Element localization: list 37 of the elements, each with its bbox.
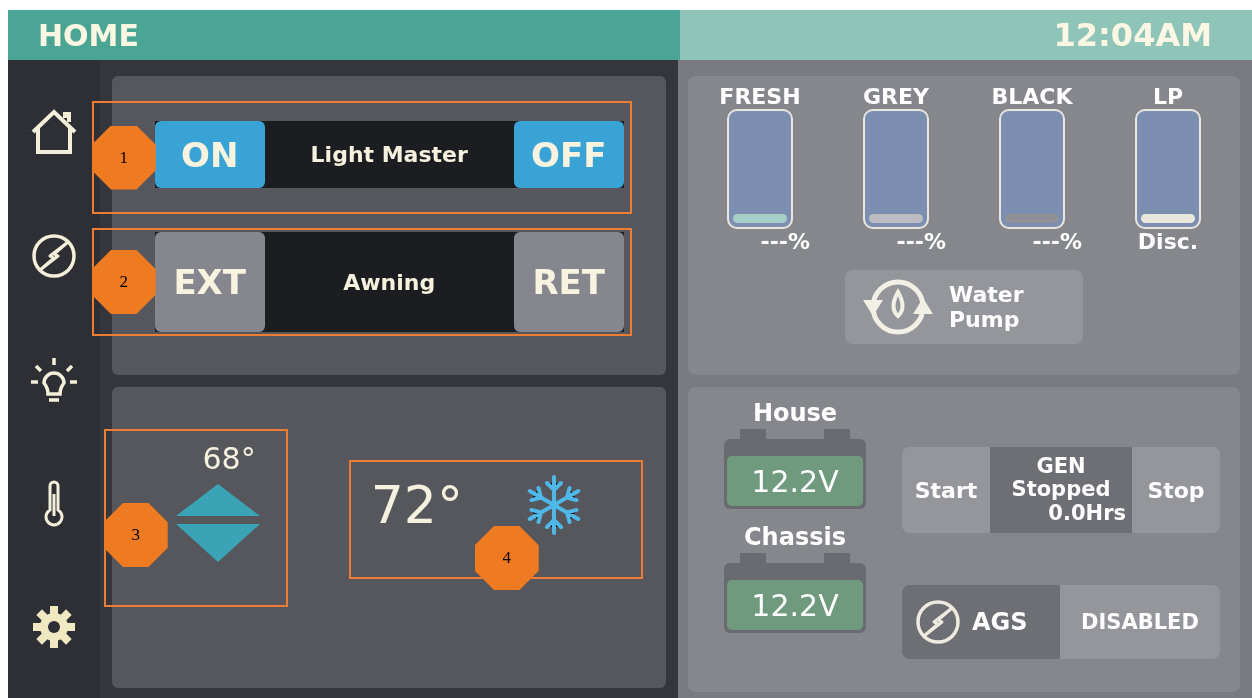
generator-hours: 0.0Hrs [1048, 501, 1126, 525]
callout-badge: 3 [103, 503, 168, 567]
clock-time: 12:04AM [1053, 16, 1212, 54]
control-button[interactable]: EXT [154, 232, 265, 332]
tank-reading: Disc. [1137, 229, 1199, 254]
generator-title: GEN [1036, 455, 1086, 479]
control-button[interactable]: ON [154, 121, 265, 188]
battery-voltage: 12.2V [727, 456, 863, 506]
ags-status: DISABLED [1060, 585, 1220, 659]
tank-name: BLACK [991, 84, 1073, 109]
ags-button[interactable]: AGS [902, 585, 1060, 659]
tank-name: GREY [863, 84, 929, 109]
control-label: Awning [342, 269, 437, 295]
battery-name: Chassis [744, 523, 846, 551]
callout-badge: 1 [91, 125, 156, 190]
light-bulb-icon[interactable] [28, 356, 79, 404]
control-label: Light Master [309, 142, 469, 167]
tank-name: LP [1152, 84, 1184, 109]
pump-cycle-icon [861, 278, 935, 336]
lightning-circle-icon [914, 598, 962, 646]
water-pump-button[interactable]: Water Pump [845, 270, 1083, 344]
tank-name: FRESH [719, 84, 801, 109]
temperature-reading: 72° [370, 474, 463, 535]
lightning-circle-icon[interactable] [29, 232, 78, 280]
tank-reading: ---% [760, 229, 810, 254]
generator-state: Stopped [1011, 478, 1111, 502]
setpoint-value: 68° [202, 441, 256, 476]
tank-reading: ---% [896, 229, 946, 254]
callout-badge: 4 [474, 526, 539, 590]
battery-name: House [752, 399, 838, 427]
tank-reading: ---% [1032, 229, 1082, 254]
control-button[interactable]: OFF [513, 121, 624, 188]
settings-icon[interactable] [30, 604, 77, 650]
control-button[interactable]: RET [513, 232, 624, 332]
screen-title: HOME [38, 17, 139, 53]
callout-badge: 2 [91, 250, 156, 314]
battery-voltage: 12.2V [727, 580, 863, 630]
